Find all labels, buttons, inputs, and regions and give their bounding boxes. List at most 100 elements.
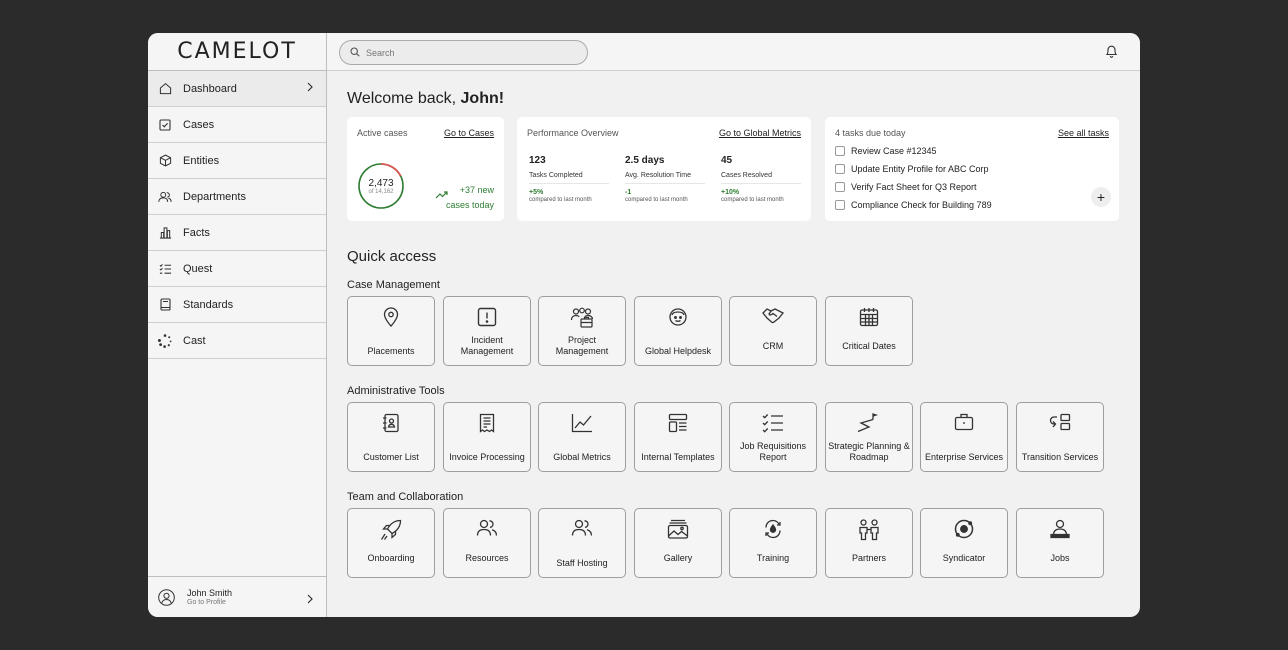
checkbox-icon [158, 118, 172, 132]
sidebar-item-cases[interactable]: Cases [148, 107, 326, 143]
people-icon [539, 519, 625, 537]
active-cases-count: 2,473 [368, 178, 394, 189]
sidebar-item-label: Quest [183, 262, 213, 275]
welcome-prefix: Welcome back, [347, 90, 461, 107]
metric-delta: +10% [721, 189, 740, 196]
sidebar-item-standards[interactable]: Standards [148, 287, 326, 323]
sidebar-item-departments[interactable]: Departments [148, 179, 326, 215]
metric-cases-resolved: 45 Cases Resolved +10% compared to last … [721, 155, 801, 203]
tile-global-metrics[interactable]: Global Metrics [538, 402, 626, 472]
sidebar-item-facts[interactable]: Facts [148, 215, 326, 251]
briefcase-icon [921, 413, 1007, 431]
metric-avg-resolution: 2.5 days Avg. Resolution Time -1 compare… [625, 155, 705, 203]
search-input[interactable] [366, 47, 566, 58]
add-task-button[interactable]: + [1091, 187, 1111, 207]
task-checkbox[interactable] [835, 182, 845, 192]
task-item[interactable]: Update Entity Profile for ABC Corp [835, 162, 989, 176]
team-briefcase-icon [539, 307, 625, 329]
card-title: Active cases [357, 128, 408, 138]
tile-internal-templates[interactable]: Internal Templates [634, 402, 722, 472]
metric-value: 123 [529, 155, 546, 166]
tile-placements[interactable]: Placements [347, 296, 435, 366]
sidebar-item-dashboard[interactable]: Dashboard [148, 71, 326, 107]
tile-project-management[interactable]: Project Management [538, 296, 626, 366]
profile-link[interactable]: John Smith Go to Profile [148, 576, 326, 617]
section-title-team-collaboration: Team and Collaboration [347, 491, 464, 503]
tile-label: Syndicator [942, 553, 986, 563]
card-title: Performance Overview [527, 128, 619, 138]
metric-label: Avg. Resolution Time [625, 172, 705, 184]
tile-job-requisitions-report[interactable]: Job Requisitions Report [729, 402, 817, 472]
tile-staff-hosting[interactable]: Staff Hosting [538, 508, 626, 578]
tile-label: Job Requisitions Report [739, 441, 807, 462]
search-box[interactable] [339, 40, 588, 65]
task-item[interactable]: Verify Fact Sheet for Q3 Report [835, 180, 977, 194]
metric-label: Tasks Completed [529, 172, 609, 184]
task-checkbox[interactable] [835, 146, 845, 156]
tile-label: Global Helpdesk [644, 346, 712, 356]
tile-strategic-planning[interactable]: Strategic Planning & Roadmap [825, 402, 913, 472]
tile-training[interactable]: Training [729, 508, 817, 578]
tile-enterprise-services[interactable]: Enterprise Services [920, 402, 1008, 472]
search-icon [350, 44, 360, 62]
new-cases-trend: +37 new cases today [446, 183, 494, 213]
go-to-cases-link[interactable]: Go to Cases [444, 128, 494, 138]
task-checkbox[interactable] [835, 164, 845, 174]
user-desk-icon [1017, 519, 1103, 539]
syndicator-icon [921, 519, 1007, 539]
logo: CAMELOT [148, 33, 326, 71]
tile-transition-services[interactable]: Transition Services [1016, 402, 1104, 472]
tasks-card: 4 tasks due today See all tasks Review C… [825, 117, 1119, 221]
tile-crm[interactable]: CRM [729, 296, 817, 366]
tile-onboarding[interactable]: Onboarding [347, 508, 435, 578]
active-cases-total: of 14,162 [368, 189, 394, 195]
sidebar-item-label: Facts [183, 226, 210, 239]
receipt-icon [444, 413, 530, 433]
calendar-icon [826, 307, 912, 327]
tile-label: Staff Hosting [556, 558, 608, 568]
tile-partners[interactable]: Partners [825, 508, 913, 578]
template-icon [635, 413, 721, 433]
welcome-heading: Welcome back, John! [347, 90, 504, 108]
task-item[interactable]: Compliance Check for Building 789 [835, 198, 992, 212]
tile-label: Critical Dates [842, 341, 896, 351]
metric-tasks-completed: 123 Tasks Completed +5% compared to last… [529, 155, 609, 203]
gallery-icon [635, 519, 721, 539]
tile-syndicator[interactable]: Syndicator [920, 508, 1008, 578]
metric-delta: +5% [529, 189, 544, 196]
spinner-icon [158, 333, 172, 348]
go-to-global-metrics-link[interactable]: Go to Global Metrics [719, 128, 801, 138]
tile-resources[interactable]: Resources [443, 508, 531, 578]
tile-incident-management[interactable]: Incident Management [443, 296, 531, 366]
tile-invoice-processing[interactable]: Invoice Processing [443, 402, 531, 472]
section-title-case-management: Case Management [347, 279, 440, 291]
tile-label: Gallery [663, 553, 693, 563]
tile-label: Internal Templates [641, 452, 715, 462]
main-content: Welcome back, John! Active cases Go to C… [327, 71, 1140, 617]
tile-label: Invoice Processing [449, 452, 525, 462]
tile-critical-dates[interactable]: Critical Dates [825, 296, 913, 366]
tile-customer-list[interactable]: Customer List [347, 402, 435, 472]
book-icon [158, 298, 172, 312]
tile-jobs[interactable]: Jobs [1016, 508, 1104, 578]
sidebar-item-quest[interactable]: Quest [148, 251, 326, 287]
task-item[interactable]: Review Case #12345 [835, 144, 937, 158]
avatar-icon [158, 588, 175, 606]
welcome-name: John! [460, 90, 505, 107]
see-all-tasks-link[interactable]: See all tasks [1058, 128, 1109, 138]
tile-gallery[interactable]: Gallery [634, 508, 722, 578]
bell-icon[interactable] [1105, 44, 1118, 63]
sidebar-item-label: Cases [183, 118, 215, 131]
alert-icon [444, 307, 530, 327]
tile-label: Resources [465, 553, 509, 563]
task-label: Compliance Check for Building 789 [851, 200, 992, 210]
tile-global-helpdesk[interactable]: Global Helpdesk [634, 296, 722, 366]
task-checkbox[interactable] [835, 200, 845, 210]
tile-label: Project Management [555, 335, 609, 356]
transition-icon [1017, 413, 1103, 431]
metric-compare: compared to last month [625, 197, 688, 203]
sidebar-item-cast[interactable]: Cast [148, 323, 326, 359]
sidebar-item-entities[interactable]: Entities [148, 143, 326, 179]
tile-label: CRM [762, 341, 784, 351]
tile-label: Training [756, 553, 790, 563]
